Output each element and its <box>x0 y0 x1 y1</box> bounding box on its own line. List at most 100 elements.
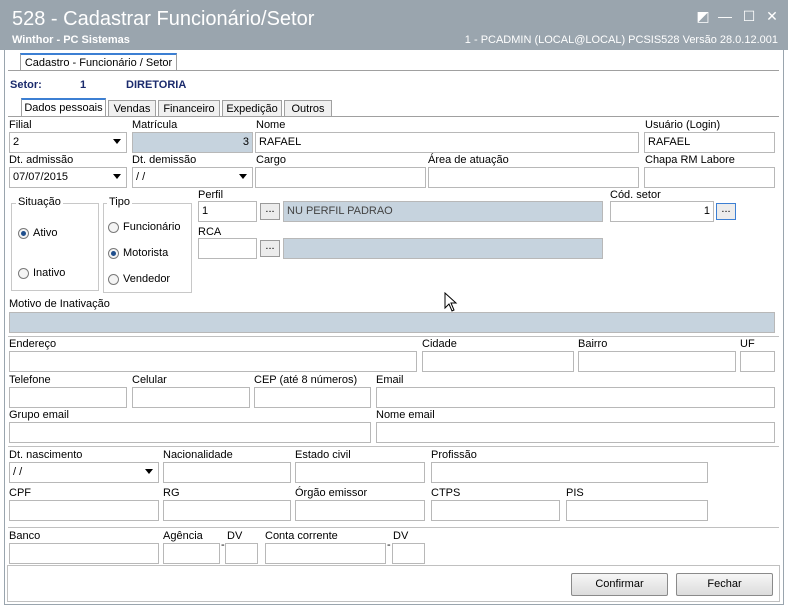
situacao-title: Situação <box>16 196 63 208</box>
nacionalidade-label: Nacionalidade <box>163 449 233 461</box>
area-atuacao-label: Área de atuação <box>428 154 509 166</box>
dt-demissao-field[interactable]: / / <box>132 167 253 188</box>
setor-label: Setor: <box>10 79 42 91</box>
maximize-button[interactable]: ☐ <box>740 8 758 24</box>
banco-field[interactable] <box>9 543 159 564</box>
section-divider <box>8 527 779 528</box>
endereco-label: Endereço <box>9 338 57 350</box>
pis-field[interactable] <box>566 500 708 521</box>
profissao-field[interactable] <box>431 462 708 483</box>
radio-motorista[interactable] <box>108 248 119 259</box>
cargo-field[interactable] <box>255 167 426 188</box>
setor-name: DIRETORIA <box>126 79 187 91</box>
perfil-lookup-button[interactable]: ... <box>260 203 280 220</box>
conta-dv-field[interactable] <box>392 543 425 564</box>
nome-email-field[interactable] <box>376 422 775 443</box>
conta-dv-separator: - <box>387 539 391 551</box>
session-status: 1 - PCADMIN (LOCAL@LOCAL) PCSIS528 Versã… <box>464 34 778 46</box>
cpf-label: CPF <box>9 487 31 499</box>
agencia-field[interactable] <box>163 543 220 564</box>
celular-label: Celular <box>132 374 167 386</box>
uf-label: UF <box>740 338 755 350</box>
window-subtitle: Winthor - PC Sistemas <box>12 34 130 46</box>
tipo-title: Tipo <box>107 196 132 208</box>
cod-setor-lookup-button[interactable]: ... <box>716 203 736 220</box>
restore-icon[interactable]: ◩ <box>694 8 712 24</box>
grupo-email-field[interactable] <box>9 422 371 443</box>
grupo-email-label: Grupo email <box>9 409 69 421</box>
setor-code: 1 <box>80 79 87 91</box>
cep-field[interactable] <box>254 387 371 408</box>
bairro-label: Bairro <box>578 338 608 350</box>
dt-demissao-label: Dt. demissão <box>132 154 197 166</box>
rca-lookup-button[interactable]: ... <box>260 240 280 257</box>
inativo-label: Inativo <box>33 267 66 279</box>
uf-field[interactable] <box>740 351 775 372</box>
dt-nascimento-value: / / <box>13 466 23 478</box>
motivo-label: Motivo de Inativação <box>9 298 110 310</box>
conta-corrente-field[interactable] <box>265 543 386 564</box>
conta-corrente-label: Conta corrente <box>265 530 338 542</box>
top-tab-divider <box>8 70 779 71</box>
perfil-desc-field: NU PERFIL PADRAO <box>283 201 603 222</box>
chevron-down-icon <box>145 469 153 474</box>
email-field[interactable] <box>376 387 775 408</box>
agencia-dv-label: DV <box>227 530 243 542</box>
fechar-button[interactable]: Fechar <box>676 573 773 596</box>
telefone-label: Telefone <box>9 374 51 386</box>
matricula-label: Matrícula <box>132 119 178 131</box>
estado-civil-field[interactable] <box>295 462 425 483</box>
cod-setor-label: Cód. setor <box>610 189 661 201</box>
dt-nascimento-field[interactable]: / / <box>9 462 159 483</box>
endereco-field[interactable] <box>9 351 417 372</box>
agencia-dv-field[interactable] <box>225 543 258 564</box>
area-atuacao-field[interactable] <box>428 167 639 188</box>
rg-field[interactable] <box>163 500 291 521</box>
minimize-button[interactable]: — <box>716 8 734 24</box>
radio-inativo[interactable] <box>18 268 29 279</box>
close-button[interactable]: ✕ <box>763 8 781 24</box>
tab-dados-pessoais[interactable]: Dados pessoais <box>21 98 106 116</box>
nome-field[interactable]: RAFAEL <box>255 132 639 153</box>
rca-desc-field <box>283 238 603 259</box>
tab-cadastro-funcionario-setor[interactable]: Cadastro - Funcionário / Setor <box>20 53 177 71</box>
orgao-emissor-field[interactable] <box>295 500 425 521</box>
confirmar-button[interactable]: Confirmar <box>571 573 668 596</box>
window-title: 528 - Cadastrar Funcionário/Setor <box>12 8 315 30</box>
chapa-field[interactable] <box>644 167 775 188</box>
radio-funcionario[interactable] <box>108 222 119 233</box>
cod-setor-field[interactable]: 1 <box>610 201 714 222</box>
bairro-field[interactable] <box>578 351 736 372</box>
section-divider <box>8 446 779 447</box>
nacionalidade-field[interactable] <box>163 462 291 483</box>
cpf-field[interactable] <box>9 500 159 521</box>
orgao-emissor-label: Órgão emissor <box>295 487 368 499</box>
tab-vendas[interactable]: Vendas <box>108 100 156 116</box>
usuario-field[interactable]: RAFAEL <box>644 132 775 153</box>
celular-field[interactable] <box>132 387 250 408</box>
tab-outros[interactable]: Outros <box>284 100 332 116</box>
cargo-label: Cargo <box>256 154 286 166</box>
tab-financeiro[interactable]: Financeiro <box>158 100 220 116</box>
chevron-down-icon <box>113 139 121 144</box>
rca-label: RCA <box>198 226 222 238</box>
chapa-label: Chapa RM Labore <box>645 154 735 166</box>
estado-civil-label: Estado civil <box>295 449 351 461</box>
rca-code-field[interactable] <box>198 238 257 259</box>
dt-admissao-value: 07/07/2015 <box>13 171 69 183</box>
dt-admissao-field[interactable]: 07/07/2015 <box>9 167 127 188</box>
cidade-field[interactable] <box>422 351 574 372</box>
filial-value: 2 <box>13 136 20 148</box>
ctps-field[interactable] <box>431 500 560 521</box>
tab-expedicao[interactable]: Expedição <box>222 100 282 116</box>
vendedor-label: Vendedor <box>123 273 171 285</box>
perfil-code-field[interactable]: 1 <box>198 201 257 222</box>
radio-vendedor[interactable] <box>108 274 119 285</box>
filial-select[interactable]: 2 <box>9 132 127 153</box>
radio-ativo[interactable] <box>18 228 29 239</box>
usuario-label: Usuário (Login) <box>645 119 721 131</box>
telefone-field[interactable] <box>9 387 127 408</box>
funcionario-label: Funcionário <box>123 221 181 233</box>
nome-label: Nome <box>256 119 286 131</box>
matricula-field[interactable]: 3 <box>132 132 253 153</box>
